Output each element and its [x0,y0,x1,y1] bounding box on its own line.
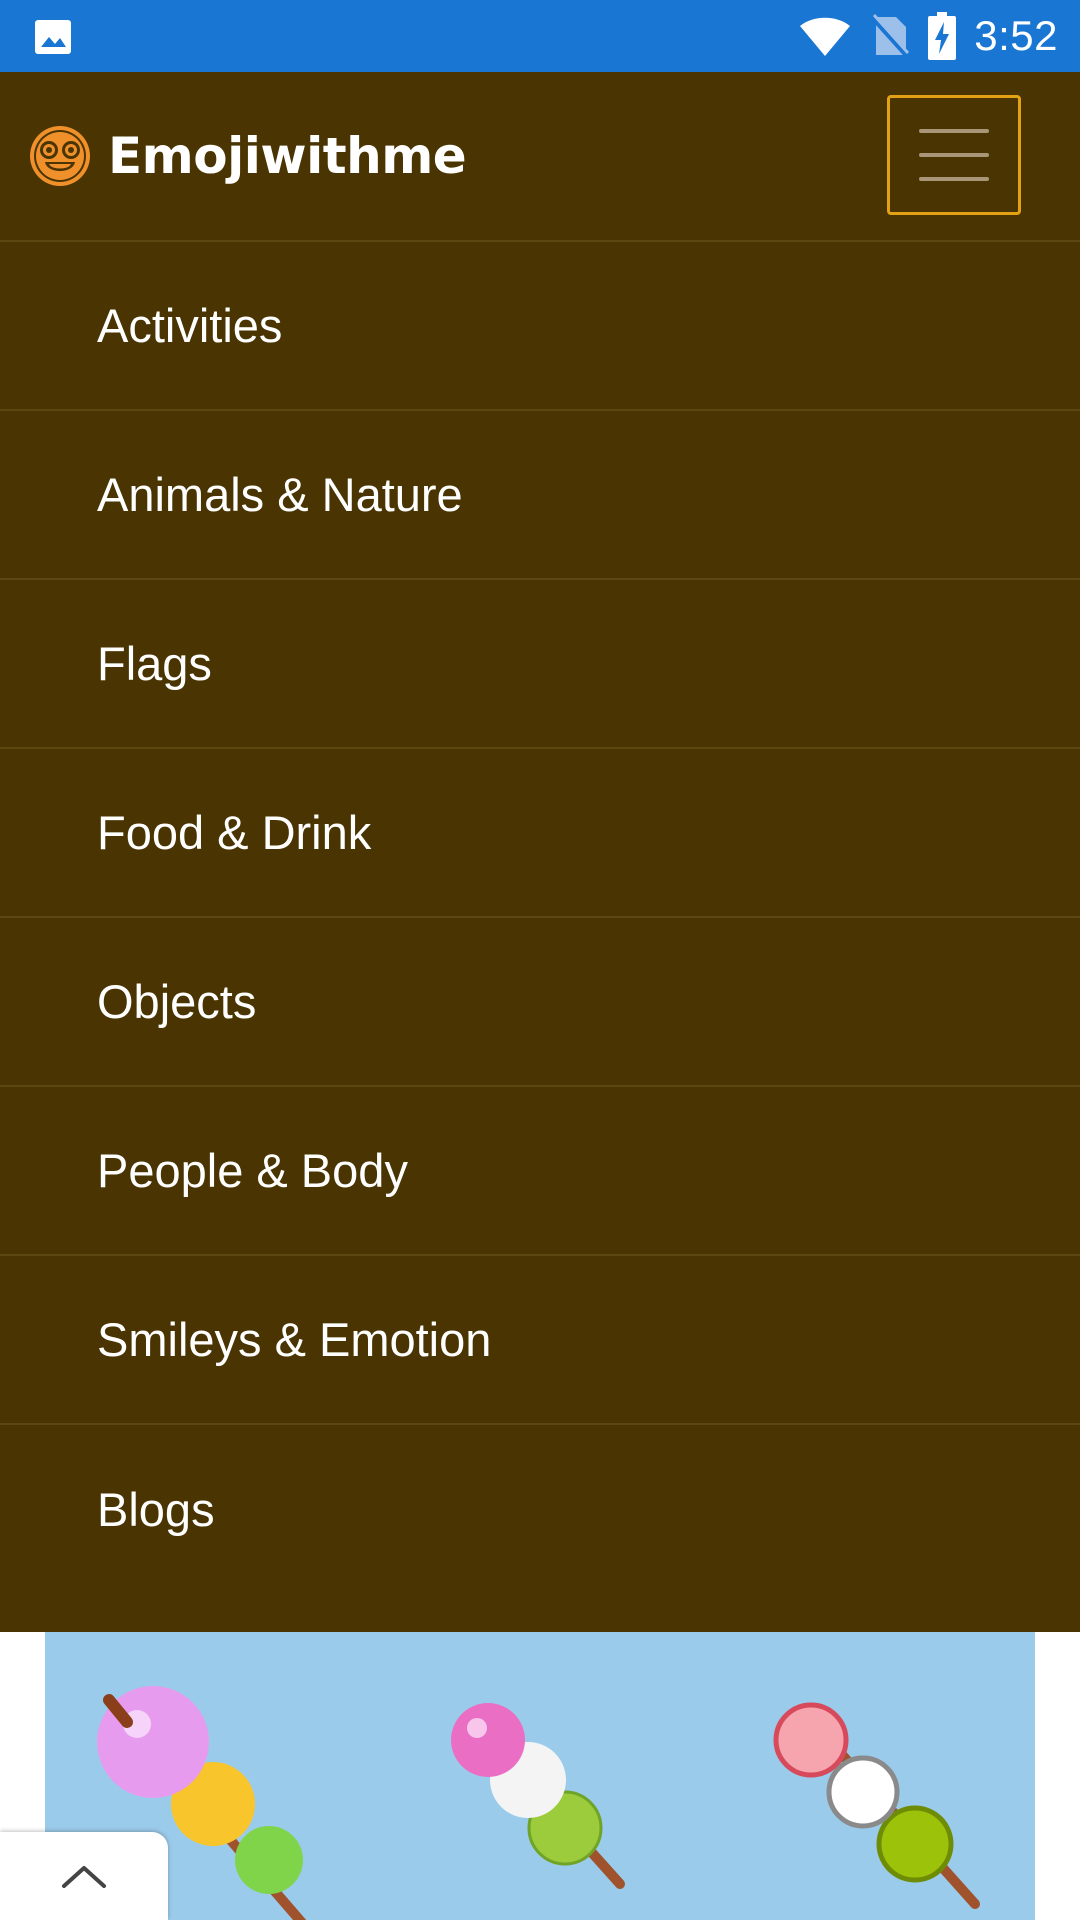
menu-item-animals-nature[interactable]: Animals & Nature [0,411,1080,580]
battery-charging-icon [928,12,957,60]
dango-illustration [97,1686,980,1920]
brand-name: Emojiwithme [108,127,467,185]
menu-item-people-body[interactable]: People & Body [0,1087,1080,1256]
menu-item-label: Flags [97,637,212,690]
hamburger-menu-icon [919,129,989,181]
brand-link[interactable]: Emojiwithme [28,124,467,188]
menu-item-label: Objects [97,975,257,1028]
menu-item-blogs[interactable]: Blogs [0,1425,1080,1594]
no-sim-icon [870,13,911,59]
nav-menu: Activities Animals & Nature Flags Food &… [0,242,1080,1632]
menu-item-label: Smileys & Emotion [97,1313,492,1366]
dango-emoji-banner [45,1632,1035,1920]
wifi-icon [800,17,851,56]
menu-item-smileys-emotion[interactable]: Smileys & Emotion [0,1256,1080,1425]
menu-item-label: People & Body [97,1144,408,1197]
menu-item-label: Blogs [97,1483,215,1536]
navbar-toggler-button[interactable] [887,95,1021,215]
menu-item-food-drink[interactable]: Food & Drink [0,749,1080,918]
chevron-up-icon [62,1866,106,1888]
menu-item-label: Activities [97,299,283,352]
status-time: 3:52 [974,12,1058,59]
gallery-icon [35,20,71,54]
grinning-face-with-glasses-icon [30,126,90,186]
dango-icon [773,1702,980,1909]
menu-item-flags[interactable]: Flags [0,580,1080,749]
status-bar: 3:52 [0,0,1080,72]
navbar: Emojiwithme [0,72,1080,242]
menu-item-activities[interactable]: Activities [0,242,1080,411]
menu-item-label: Animals & Nature [97,468,463,521]
menu-item-label: Food & Drink [97,806,372,859]
dango-icon [451,1703,625,1889]
menu-item-objects[interactable]: Objects [0,918,1080,1087]
scroll-to-top-button[interactable] [0,1832,168,1920]
